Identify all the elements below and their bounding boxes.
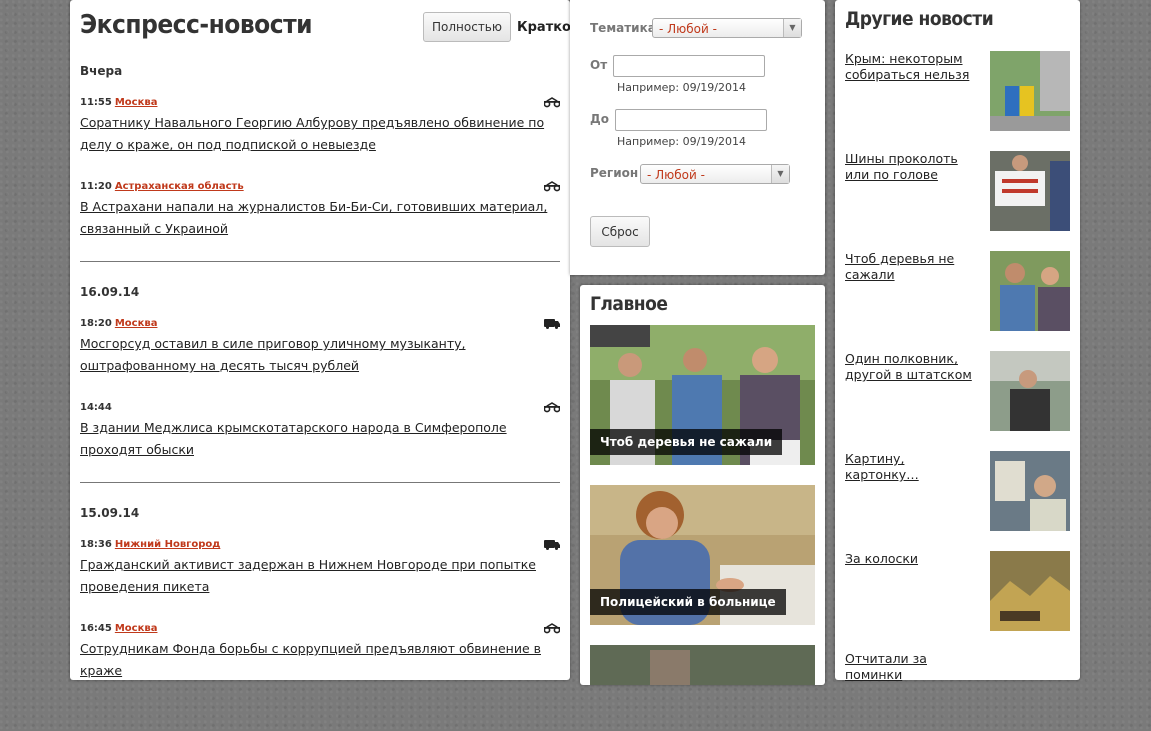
news-time: 11:55: [80, 97, 112, 108]
chevron-down-icon: ▼: [783, 19, 801, 37]
day-separator: [80, 482, 560, 483]
news-item: 16:45 Москва Сотрудникам Фонда борьбы с к…: [80, 622, 560, 682]
news-meta: 11:20 Астраханская область: [80, 180, 560, 194]
main-news-card[interactable]: Полицейский в больнице: [590, 485, 815, 625]
card-caption: Полицейский в больнице: [590, 589, 786, 615]
handcuffs-icon: [544, 623, 560, 634]
reset-button[interactable]: Сброс: [590, 216, 650, 247]
handcuffs-icon: [544, 181, 560, 192]
view-short-toggle[interactable]: Кратко: [517, 20, 571, 35]
other-news-link[interactable]: Отчитали за поминки: [845, 651, 980, 683]
region-select-value: - Любой -: [647, 168, 705, 182]
news-headline-link[interactable]: Гражданский активист задержан в Нижнем Н…: [80, 554, 560, 598]
news-region-link[interactable]: Москва: [115, 318, 158, 329]
from-label: От: [590, 58, 608, 72]
other-news-link[interactable]: Картину, картонку…: [845, 451, 980, 483]
region-select[interactable]: - Любой - ▼: [640, 164, 790, 184]
topic-select[interactable]: - Любой - ▼: [652, 18, 802, 38]
news-headline-link[interactable]: В Астрахани напали на журналистов Би-Би-…: [80, 196, 560, 240]
news-headline-link[interactable]: Сотрудникам Фонда борьбы с коррупцией пр…: [80, 638, 560, 682]
other-news-title: Другие новости: [845, 8, 994, 30]
news-headline-link[interactable]: Мосгорсуд оставил в силе приговор улично…: [80, 333, 560, 377]
day-separator: [80, 261, 560, 262]
other-news-link[interactable]: Один полковник, другой в штатском: [845, 351, 980, 383]
news-time: 14:44: [80, 402, 112, 413]
other-news-link[interactable]: Чтоб деревья не сажали: [845, 251, 980, 283]
to-label: До: [590, 112, 609, 126]
other-news-item: Шины проколоть или по голове: [845, 151, 1070, 231]
view-full-button[interactable]: Полностью: [423, 12, 511, 42]
news-region-link[interactable]: Астраханская область: [115, 181, 244, 192]
other-news-link[interactable]: Шины проколоть или по голове: [845, 151, 980, 183]
other-news-link[interactable]: Крым: некоторым собираться нельзя: [845, 51, 980, 83]
news-photo: [990, 151, 1070, 231]
news-item: 11:55 Москва Соратнику Навального Георгию…: [80, 96, 560, 156]
news-meta: 18:36 Нижний Новгород: [80, 538, 560, 552]
handcuffs-icon: [544, 402, 560, 413]
news-region-link[interactable]: Москва: [115, 623, 158, 634]
card-caption: Чтоб деревья не сажали: [590, 429, 783, 455]
news-time: 16:45: [80, 623, 112, 634]
other-news-thumbnail[interactable]: [990, 451, 1070, 531]
other-news-panel: Другие новости Крым: некоторым собиратьс…: [835, 0, 1080, 682]
news-time: 18:20: [80, 318, 112, 329]
news-time: 18:36: [80, 539, 112, 550]
from-date-hint: Например: 09/19/2014: [617, 81, 746, 94]
news-item: 18:20 Москва Мосгорсуд оставил в силе при…: [80, 317, 560, 377]
from-date-input[interactable]: [613, 55, 765, 77]
other-news-thumbnail[interactable]: [990, 251, 1070, 331]
news-photo: [990, 451, 1070, 531]
news-photo: [990, 551, 1070, 631]
police-van-icon: [544, 319, 560, 329]
express-news-panel: Экспресс-новости Полностью Кратко Вчера …: [70, 0, 571, 682]
filters-panel: Тематика - Любой - ▼ От Например: 09/19/…: [570, 0, 825, 275]
news-meta: 16:45 Москва: [80, 622, 560, 636]
news-headline-link[interactable]: Соратнику Навального Георгию Албурову пр…: [80, 112, 560, 156]
other-news-thumbnail[interactable]: [990, 51, 1070, 131]
news-photo: [990, 351, 1070, 431]
day-heading: Вчера: [80, 64, 123, 78]
main-news-title: Главное: [590, 293, 668, 315]
other-news-item: Отчитали за поминки: [845, 651, 1070, 731]
main-news-card[interactable]: [590, 645, 815, 685]
news-meta: 18:20 Москва: [80, 317, 560, 331]
news-photo: [590, 645, 815, 685]
news-item: 14:44 В здании Меджлиса крымскотатарског…: [80, 401, 560, 461]
news-photo: [990, 251, 1070, 331]
news-meta: 14:44: [80, 401, 560, 415]
news-item: 11:20 Астраханская область В Астрахани на…: [80, 180, 560, 240]
other-news-thumbnail[interactable]: [990, 151, 1070, 231]
to-date-input[interactable]: [615, 109, 767, 131]
handcuffs-icon: [544, 97, 560, 108]
other-news-item: Чтоб деревья не сажали: [845, 251, 1070, 331]
express-news-title: Экспресс-новости: [80, 10, 313, 40]
news-region-link[interactable]: Нижний Новгород: [115, 539, 221, 550]
day-heading: 16.09.14: [80, 285, 140, 299]
other-news-item: Картину, картонку…: [845, 451, 1070, 531]
other-news-item: За колоски: [845, 551, 1070, 631]
news-meta: 11:55 Москва: [80, 96, 560, 110]
news-time: 11:20: [80, 181, 112, 192]
news-photo: [990, 51, 1070, 131]
other-news-thumbnail[interactable]: [990, 551, 1070, 631]
to-date-hint: Например: 09/19/2014: [617, 135, 746, 148]
other-news-link[interactable]: За колоски: [845, 551, 980, 567]
news-region-link[interactable]: Москва: [115, 97, 158, 108]
main-news-card[interactable]: Чтоб деревья не сажали: [590, 325, 815, 465]
other-news-thumbnail[interactable]: [990, 351, 1070, 431]
region-label: Регион: [590, 166, 639, 180]
main-news-panel: Главное Чтоб деревья не сажали Полицейск…: [580, 285, 825, 685]
police-van-icon: [544, 540, 560, 550]
news-headline-link[interactable]: В здании Меджлиса крымскотатарского наро…: [80, 417, 560, 461]
other-news-item: Крым: некоторым собираться нельзя: [845, 51, 1070, 131]
day-heading: 15.09.14: [80, 506, 140, 520]
other-news-item: Один полковник, другой в штатском: [845, 351, 1070, 431]
topic-label: Тематика: [590, 21, 656, 35]
chevron-down-icon: ▼: [771, 165, 789, 183]
topic-select-value: - Любой -: [659, 22, 717, 36]
news-item: 18:36 Нижний Новгород Гражданский активис…: [80, 538, 560, 598]
